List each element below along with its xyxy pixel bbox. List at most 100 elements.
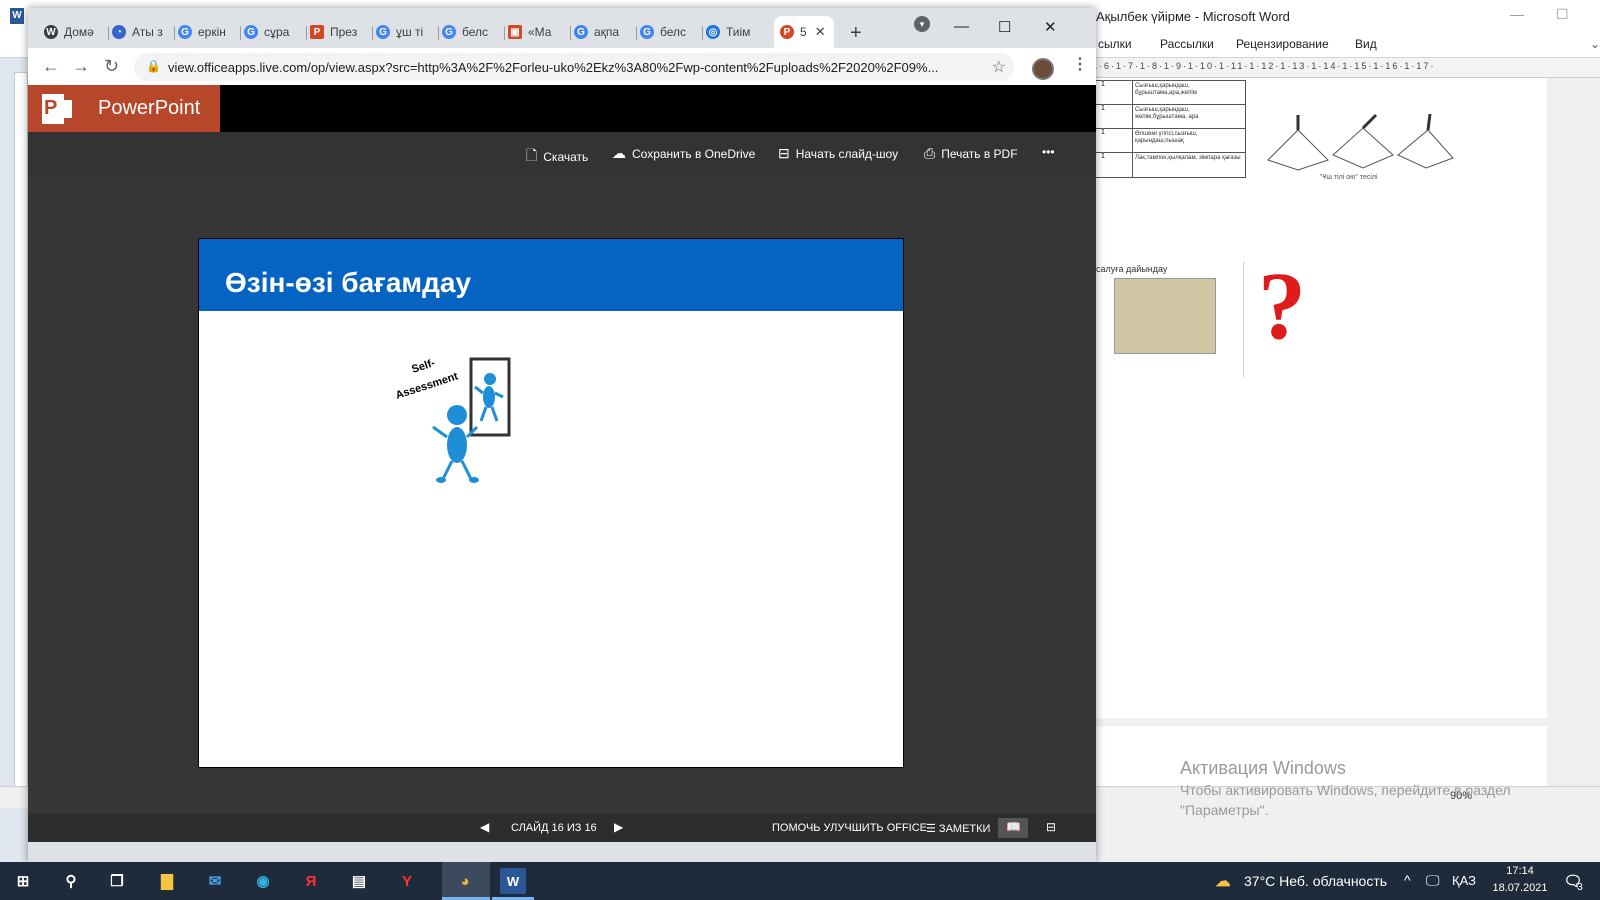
- weather-text[interactable]: 37°C Неб. облачность: [1244, 873, 1387, 889]
- browser-tab[interactable]: P През: [310, 21, 368, 43]
- ribbon-tab-mailings[interactable]: Рассылки: [1160, 37, 1214, 51]
- slide-title-bar: Өзін-өзі бағамдау: [199, 239, 903, 311]
- reload-icon[interactable]: ↻: [104, 56, 119, 77]
- powerpoint-logo-icon: P: [42, 94, 76, 124]
- browser-toolbar: ← → ↻ 🔒 view.officeapps.live.com/op/view…: [28, 48, 1096, 85]
- tab-label: «Ма: [528, 25, 552, 39]
- mail-icon[interactable]: ✉: [202, 868, 228, 894]
- network-icon[interactable]: 🖵: [1426, 872, 1440, 889]
- clock-time[interactable]: 17:14: [1492, 865, 1548, 877]
- browser-tab[interactable]: ◔ Аты з: [112, 21, 170, 43]
- question-mark-figure: ?: [1258, 252, 1306, 359]
- print-pdf-button[interactable]: ⎙ Печать в PDF: [924, 145, 1018, 162]
- browser-tab[interactable]: ◎ Тиім: [706, 21, 768, 43]
- taskbar: ⊞ ⚲ ❐ ▇ ✉ ◉ Я ▤ Y ◕ W ☁ 37°C Неб. облачн…: [0, 862, 1600, 900]
- forward-icon[interactable]: →: [72, 56, 90, 77]
- help-improve-link[interactable]: ПОМОЧЬ УЛУЧШИТЬ OFFICE: [772, 822, 927, 834]
- close-tab-icon[interactable]: ✕: [815, 24, 826, 40]
- lock-icon[interactable]: 🔒: [146, 59, 161, 73]
- previous-slide-icon[interactable]: ◀: [480, 820, 489, 834]
- clipart-label-2: Assessment: [394, 370, 460, 402]
- sketch-illustration: [1267, 113, 1454, 171]
- address-bar[interactable]: 🔒 view.officeapps.live.com/op/view.aspx?…: [134, 53, 1014, 81]
- browser-tab[interactable]: Gсұра: [244, 21, 302, 43]
- browser-tab[interactable]: ▣ «Ма: [508, 21, 566, 43]
- browser-tab-active[interactable]: P 5 ✕: [774, 16, 834, 48]
- download-icon: 🗋: [526, 147, 538, 163]
- vertical-ruler: [14, 72, 28, 788]
- printer-icon: ⎙: [924, 145, 936, 161]
- language-indicator[interactable]: ҚАЗ: [1452, 873, 1476, 888]
- browser-tab[interactable]: Gұш ті: [376, 21, 434, 43]
- activation-line2: "Параметры".: [1180, 802, 1269, 818]
- tray-chevron-icon[interactable]: ^: [1404, 872, 1411, 888]
- bookmark-star-icon[interactable]: ☆: [992, 57, 1006, 77]
- browser-tab[interactable]: Gбелс: [442, 21, 500, 43]
- tab-label: белс: [660, 25, 687, 39]
- tab-label: белс: [462, 25, 489, 39]
- powerpoint-brand[interactable]: P PowerPoint: [28, 85, 220, 132]
- url-text[interactable]: view.officeapps.live.com/op/view.aspx?sr…: [168, 60, 968, 75]
- file-explorer-icon[interactable]: ▇: [154, 868, 180, 894]
- image-caption: салуға дайындау: [1096, 264, 1168, 274]
- chrome-menu-icon[interactable]: ⋮: [1072, 54, 1088, 74]
- browser-tab[interactable]: Gеркін: [178, 21, 236, 43]
- tab-favicon-icon: W: [44, 25, 58, 39]
- ribbon-collapse-icon[interactable]: ⌄: [1590, 37, 1600, 51]
- more-options-button[interactable]: •••: [1042, 145, 1055, 159]
- ribbon-tab-links[interactable]: сылки: [1098, 37, 1132, 51]
- command-bar: 🗋 Скачать ☁ Сохранить в OneDrive ⊟ Начать с…: [28, 132, 1096, 174]
- edge-icon[interactable]: ◉: [250, 868, 276, 894]
- box-photo: [1114, 278, 1216, 354]
- tab-favicon-icon: G: [244, 25, 258, 39]
- ribbon-tab-view[interactable]: Вид: [1355, 37, 1377, 51]
- yandex-browser-icon[interactable]: Y: [394, 868, 420, 894]
- ribbon-tab-review[interactable]: Рецензирование: [1236, 37, 1329, 51]
- word-app-icon[interactable]: W: [10, 8, 24, 24]
- minimize-icon[interactable]: —: [954, 18, 969, 35]
- notes-button[interactable]: ☰ ЗАМЕТКИ: [926, 822, 990, 835]
- browser-tab[interactable]: Gбелс: [640, 21, 698, 43]
- weather-icon[interactable]: ☁: [1210, 868, 1236, 894]
- yandex-icon[interactable]: Я: [298, 868, 324, 894]
- search-icon[interactable]: ⚲: [58, 868, 84, 894]
- tab-favicon-icon: P: [310, 25, 324, 39]
- app-name: PowerPoint: [98, 97, 201, 119]
- next-slide-icon[interactable]: ▶: [614, 820, 623, 834]
- save-onedrive-button[interactable]: ☁ Сохранить в OneDrive: [612, 145, 755, 162]
- tab-favicon-icon: ◎: [706, 25, 720, 39]
- powerpoint-statusbar: ◀ СЛАЙД 16 ИЗ 16 ▶ ПОМОЧЬ УЛУЧШИТЬ OFFIC…: [28, 814, 1096, 842]
- tab-label: ақпа: [594, 25, 620, 39]
- start-windows-icon[interactable]: ⊞: [10, 868, 36, 894]
- slide[interactable]: Өзін-өзі бағамдау Self- Assessment: [198, 238, 904, 768]
- browser-tab[interactable]: Gақпа: [574, 21, 632, 43]
- word-taskbar-icon[interactable]: W: [500, 868, 526, 894]
- activation-line1: Чтобы активировать Windows, перейдите в …: [1180, 782, 1511, 798]
- task-view-icon[interactable]: ❐: [104, 868, 130, 894]
- minimize-icon[interactable]: —: [1510, 6, 1524, 22]
- tab-search-icon[interactable]: ▾: [914, 16, 930, 32]
- maximize-icon[interactable]: ☐: [998, 18, 1011, 36]
- start-slideshow-button[interactable]: ⊟ Начать слайд-шоу: [778, 145, 898, 162]
- clock-date[interactable]: 18.07.2021: [1486, 882, 1554, 894]
- document-table: 1 Сызғыш,қарындаш, бұрыштама,ара,желім 1С…: [1094, 80, 1246, 178]
- slideshow-view-icon[interactable]: ⊟: [1038, 818, 1068, 838]
- maximize-icon[interactable]: ☐: [1556, 6, 1569, 23]
- presentation-icon: ⊟: [778, 145, 790, 161]
- chrome-icon[interactable]: ◕: [452, 868, 478, 894]
- table-cell: Лак,тампон,қылқалам, зімпара қағазы: [1135, 155, 1241, 161]
- tab-favicon-icon: G: [442, 25, 456, 39]
- profile-avatar[interactable]: [1032, 58, 1054, 80]
- figure-caption: "Ұш тілі ою" тесілі: [1320, 174, 1378, 181]
- browser-tab[interactable]: W Домә: [44, 21, 104, 43]
- chrome-window: W Домә ◔ Аты з Gеркін Gсұра P През Gұш ті G…: [28, 8, 1096, 862]
- close-window-icon[interactable]: ✕: [1044, 18, 1057, 36]
- reading-view-icon[interactable]: 📖: [998, 818, 1028, 838]
- document-app-icon[interactable]: ▤: [346, 868, 372, 894]
- back-icon[interactable]: ←: [42, 56, 60, 77]
- download-button[interactable]: 🗋 Скачать: [526, 145, 588, 169]
- tab-favicon-icon: G: [178, 25, 192, 39]
- tab-favicon-icon: ◔: [112, 25, 126, 39]
- new-tab-button[interactable]: +: [850, 22, 862, 45]
- tab-favicon-icon: G: [640, 25, 654, 39]
